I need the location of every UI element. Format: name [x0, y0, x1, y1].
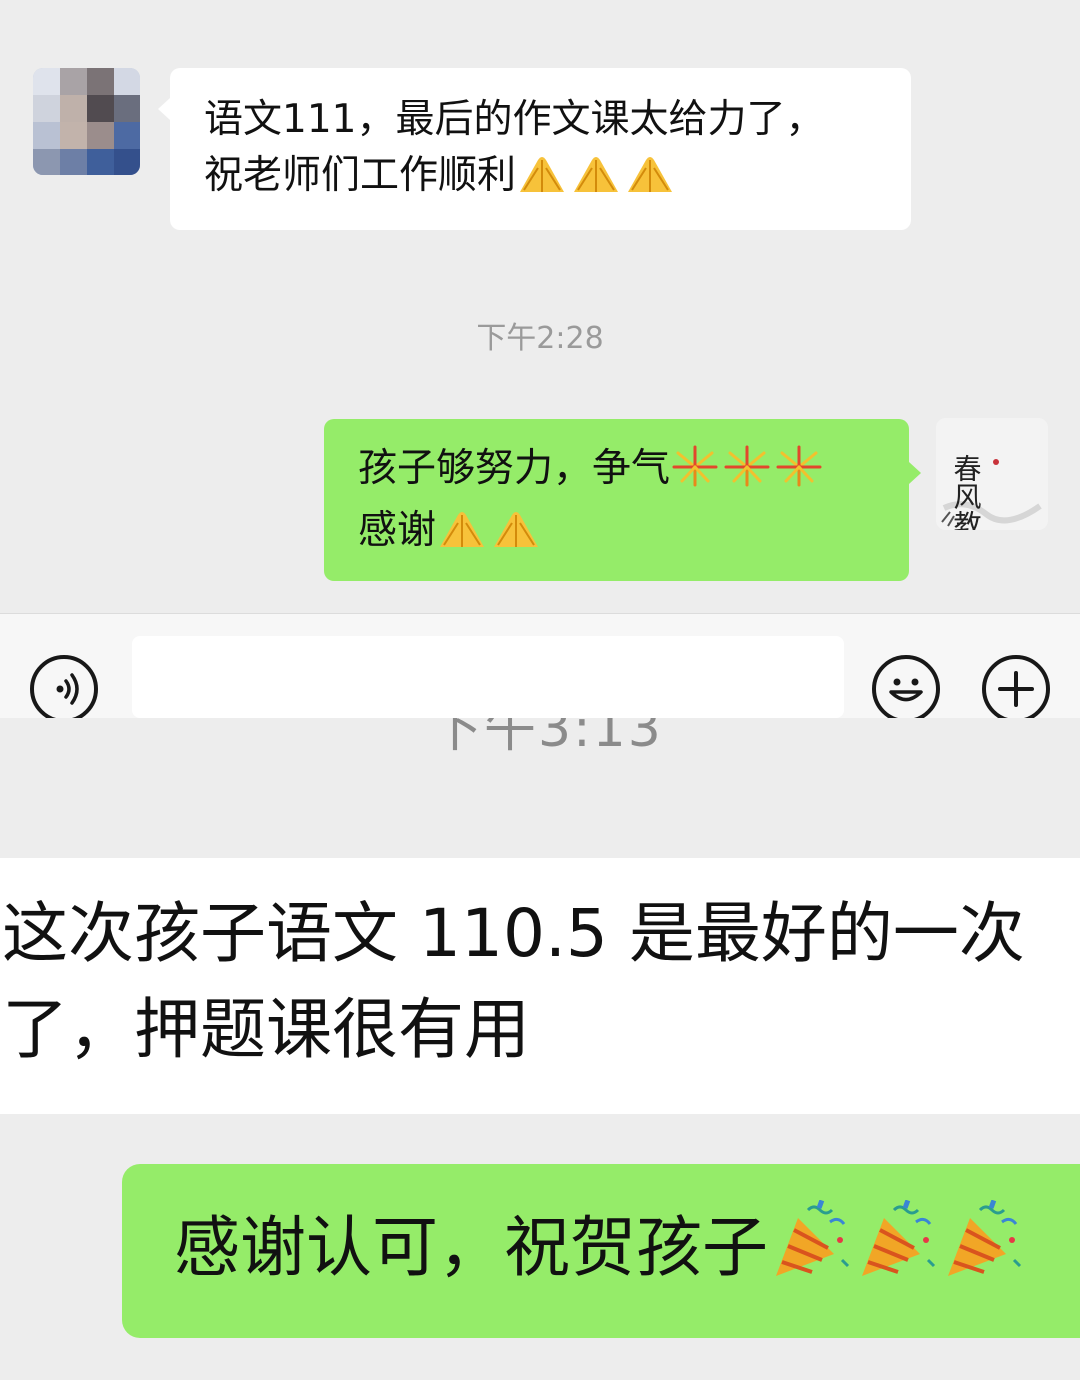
fireworks-icon — [724, 445, 770, 487]
incoming-message-bubble[interactable]: 这次孩子语文 110.5 是最好的一次 了，押题课很有用 — [0, 858, 1080, 1114]
folded-hands-emojis — [436, 509, 544, 565]
outgoing-message-bubble[interactable]: 感谢认可，祝贺孩子 — [122, 1164, 1080, 1338]
voice-button[interactable] — [30, 655, 98, 718]
outgoing-message-line2: 感谢 — [358, 503, 909, 565]
fireworks-emojis — [670, 445, 826, 503]
outgoing-message-bubble[interactable]: 孩子够努力，争气 感谢 — [324, 419, 909, 581]
chat-screenshot-top: 语文111，最后的作文课太给力了， 祝老师们工作顺利 下午2:28 孩子够努力，… — [0, 0, 1080, 718]
folded-hands-icon — [520, 157, 565, 192]
bubble-tail — [909, 462, 921, 484]
contact-avatar[interactable] — [33, 68, 140, 175]
folded-hands-icon — [574, 157, 619, 192]
folded-hands-icon — [628, 157, 673, 192]
chat-screenshot-bottom: 下午3:13 这次孩子语文 110.5 是最好的一次 了，押题课很有用 感谢认可… — [0, 718, 1080, 1380]
plus-icon — [998, 671, 1034, 707]
svg-text:春风教育: 春风教育 — [950, 454, 983, 530]
party-popper-icon — [776, 1200, 850, 1276]
more-button[interactable] — [982, 655, 1050, 718]
cut-off-timestamp: 下午3:13 — [430, 718, 663, 759]
incoming-message-text: 这次孩子语文 110.5 是最好的一次 了，押题课很有用 — [2, 895, 1025, 1068]
fireworks-icon — [776, 445, 822, 487]
message-timestamp: 下午2:28 — [476, 321, 604, 356]
my-avatar[interactable]: 春风教育 — [936, 418, 1048, 530]
party-popper-emojis — [768, 1200, 1026, 1306]
calligraphy-logo-image: 春风教育 — [936, 418, 1048, 530]
message-input[interactable] — [132, 636, 844, 718]
emoji-button[interactable] — [872, 655, 940, 718]
party-popper-icon — [948, 1200, 1022, 1276]
outgoing-message-line1: 孩子够努力，争气 — [358, 441, 909, 503]
incoming-message-text: 语文111，最后的作文课太给力了， 祝老师们工作顺利 — [204, 97, 825, 198]
folded-hands-emojis — [516, 154, 678, 198]
folded-hands-icon — [440, 512, 485, 547]
fireworks-icon — [672, 445, 718, 487]
smiley-icon — [889, 678, 923, 702]
voice-icon — [56, 673, 79, 705]
outgoing-message-line: 感谢认可，祝贺孩子 — [174, 1200, 1026, 1306]
incoming-message-bubble[interactable]: 语文111，最后的作文课太给力了， 祝老师们工作顺利 — [170, 68, 911, 230]
party-popper-icon — [862, 1200, 936, 1276]
bubble-tail — [158, 98, 170, 120]
folded-hands-icon — [494, 512, 539, 547]
pixelated-avatar-image — [33, 68, 140, 175]
